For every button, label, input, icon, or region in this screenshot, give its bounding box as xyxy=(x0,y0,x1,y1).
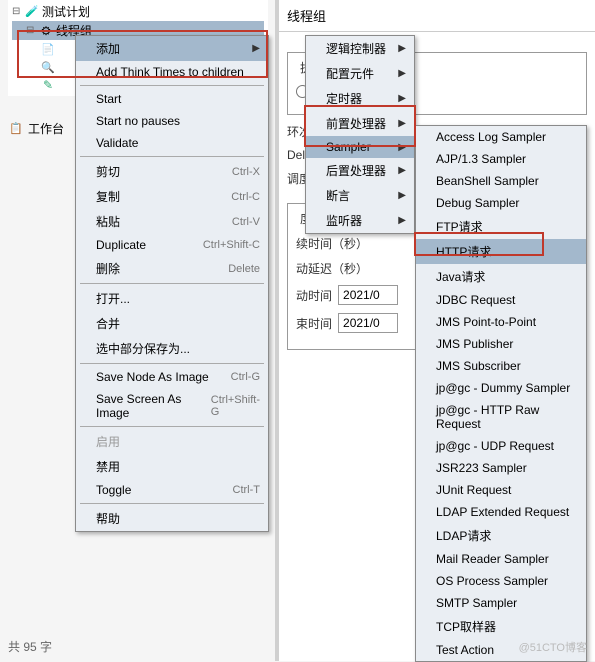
tree-root-node[interactable]: ⊟ 测试计划 xyxy=(12,2,264,21)
submenu-preprocessor[interactable]: 前置处理器▶ xyxy=(306,111,414,136)
sampler-item[interactable]: JMS Subscriber xyxy=(416,355,586,377)
menu-delete[interactable]: 删除Delete xyxy=(76,256,268,281)
chevron-right-icon: ▶ xyxy=(398,118,406,129)
menu-cut[interactable]: 剪切Ctrl-X xyxy=(76,159,268,184)
menu-save-selection[interactable]: 选中部分保存为... xyxy=(76,336,268,361)
menu-enable: 启用 xyxy=(76,429,268,454)
sampler-item[interactable]: jp@gc - HTTP Raw Request xyxy=(416,399,586,435)
submenu-sampler-list: Access Log SamplerAJP/1.3 SamplerBeanShe… xyxy=(415,125,587,662)
end-time-input[interactable] xyxy=(338,313,398,333)
clipboard-icon xyxy=(8,121,24,137)
menu-validate[interactable]: Validate xyxy=(76,132,268,154)
end-time-label: 束时间 xyxy=(296,315,332,332)
search-icon xyxy=(40,59,56,75)
sampler-item[interactable]: JDBC Request xyxy=(416,289,586,311)
footer-text: 共 95 字 xyxy=(8,638,52,655)
sampler-item[interactable]: Mail Reader Sampler xyxy=(416,548,586,570)
sampler-item[interactable]: Access Log Sampler xyxy=(416,126,586,148)
menu-start[interactable]: Start xyxy=(76,88,268,110)
menu-merge[interactable]: 合并 xyxy=(76,311,268,336)
sampler-item[interactable]: LDAP Extended Request xyxy=(416,501,586,523)
duration-label: 续时间（秒） xyxy=(296,235,368,252)
menu-toggle[interactable]: ToggleCtrl-T xyxy=(76,479,268,501)
tree-root-label: 测试计划 xyxy=(42,3,90,20)
chevron-right-icon: ▶ xyxy=(398,43,406,54)
chevron-right-icon: ▶ xyxy=(398,68,406,79)
sampler-item[interactable]: JMS Point-to-Point xyxy=(416,311,586,333)
sampler-item[interactable]: jp@gc - Dummy Sampler xyxy=(416,377,586,399)
submenu-logic[interactable]: 逻辑控制器▶ xyxy=(306,36,414,61)
menu-save-node-image[interactable]: Save Node As ImageCtrl-G xyxy=(76,366,268,388)
testplan-icon xyxy=(24,4,40,20)
gear-icon xyxy=(38,23,54,39)
startup-delay-label: 动延迟（秒） xyxy=(296,260,368,277)
chevron-right-icon: ▶ xyxy=(398,142,406,153)
menu-start-no-pauses[interactable]: Start no pauses xyxy=(76,110,268,132)
menu-add[interactable]: 添加▶ xyxy=(76,36,268,61)
toggle-icon[interactable]: ⊟ xyxy=(12,6,22,17)
sampler-item[interactable]: LDAP请求 xyxy=(416,523,586,548)
sampler-item[interactable]: Debug Sampler xyxy=(416,192,586,214)
sampler-item[interactable]: SMTP Sampler xyxy=(416,592,586,614)
submenu-add: 逻辑控制器▶ 配置元件▶ 定时器▶ 前置处理器▶ Sampler▶ 后置处理器▶… xyxy=(305,35,415,234)
sampler-item[interactable]: FTP请求 xyxy=(416,214,586,239)
submenu-assertion[interactable]: 断言▶ xyxy=(306,183,414,208)
menu-save-screen-image[interactable]: Save Screen As ImageCtrl+Shift-G xyxy=(76,388,268,424)
menu-open[interactable]: 打开... xyxy=(76,286,268,311)
menu-copy[interactable]: 复制Ctrl-C xyxy=(76,184,268,209)
chevron-right-icon: ▶ xyxy=(398,190,406,201)
sampler-item[interactable]: BeanShell Sampler xyxy=(416,170,586,192)
submenu-postprocessor[interactable]: 后置处理器▶ xyxy=(306,158,414,183)
start-time-input[interactable] xyxy=(338,285,398,305)
workbench-node[interactable]: 工作台 xyxy=(8,120,64,137)
menu-duplicate[interactable]: DuplicateCtrl+Shift-C xyxy=(76,234,268,256)
menu-think-times[interactable]: Add Think Times to children xyxy=(76,61,268,83)
chevron-right-icon: ▶ xyxy=(398,165,406,176)
sampler-item[interactable]: JMS Publisher xyxy=(416,333,586,355)
sampler-item[interactable]: JSR223 Sampler xyxy=(416,457,586,479)
sampler-item[interactable]: Java请求 xyxy=(416,264,586,289)
doc-icon xyxy=(40,41,56,57)
menu-help[interactable]: 帮助 xyxy=(76,506,268,531)
sampler-item[interactable]: HTTP请求 xyxy=(416,239,586,264)
sampler-item[interactable]: AJP/1.3 Sampler xyxy=(416,148,586,170)
submenu-timer[interactable]: 定时器▶ xyxy=(306,86,414,111)
sampler-item[interactable]: OS Process Sampler xyxy=(416,570,586,592)
sampler-item[interactable]: jp@gc - UDP Request xyxy=(416,435,586,457)
context-menu: 添加▶ Add Think Times to children Start St… xyxy=(75,35,269,532)
panel-title: 线程组 xyxy=(279,0,595,32)
chevron-right-icon: ▶ xyxy=(398,93,406,104)
sampler-item[interactable]: JUnit Request xyxy=(416,479,586,501)
sampler-item[interactable]: TCP取样器 xyxy=(416,614,586,639)
watermark: @51CTO博客 xyxy=(519,639,587,655)
chevron-right-icon: ▶ xyxy=(252,43,260,54)
toggle-icon[interactable]: ⊟ xyxy=(26,25,36,36)
menu-disable[interactable]: 禁用 xyxy=(76,454,268,479)
submenu-config[interactable]: 配置元件▶ xyxy=(306,61,414,86)
start-time-label: 动时间 xyxy=(296,287,332,304)
chevron-right-icon: ▶ xyxy=(398,215,406,226)
menu-paste[interactable]: 粘贴Ctrl-V xyxy=(76,209,268,234)
submenu-sampler[interactable]: Sampler▶ xyxy=(306,136,414,158)
pencil-icon xyxy=(40,77,56,93)
workbench-label: 工作台 xyxy=(28,120,64,137)
submenu-listener[interactable]: 监听器▶ xyxy=(306,208,414,233)
